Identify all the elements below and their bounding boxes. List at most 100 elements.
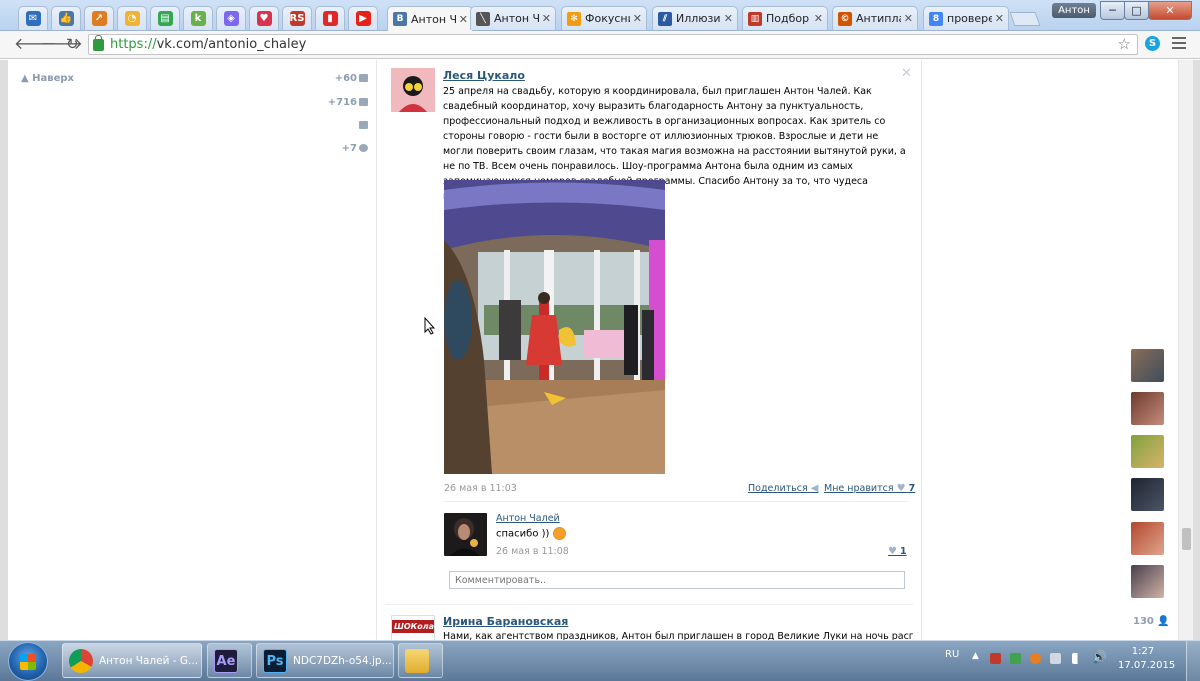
friend-avatar-5[interactable] [1131, 522, 1164, 555]
comments-icon [359, 121, 368, 129]
skype-icon[interactable]: S [1145, 36, 1160, 51]
volume-icon[interactable]: 🔊 [1092, 650, 1107, 664]
laugh-emoji-icon [552, 527, 566, 540]
pinned-tab[interactable]: RS [282, 6, 312, 30]
browser-tab[interactable]: В Антон Ча✕ [387, 6, 473, 31]
pinned-tab[interactable]: ↗ [84, 6, 114, 30]
shield-icon: ◈ [223, 11, 239, 26]
joomla-icon: ✻ [567, 11, 581, 26]
browser-menu-icon[interactable] [1172, 37, 1186, 52]
taskbar-explorer-button[interactable] [398, 643, 443, 678]
language-indicator[interactable]: RU [945, 649, 959, 660]
signal-icon[interactable] [1072, 653, 1083, 664]
close-window-button[interactable]: ✕ [1148, 1, 1192, 20]
pinned-tab[interactable]: ✉ [18, 6, 48, 30]
url-text: https://vk.com/antonio_chaley [110, 37, 307, 52]
tab-title: Фокусни [585, 12, 630, 25]
browser-tab[interactable]: ⫽ Иллюзио✕ [652, 6, 738, 30]
lock-icon [93, 34, 104, 51]
post-author-avatar[interactable] [391, 68, 435, 112]
antivirus-icon[interactable] [1010, 653, 1021, 664]
taskbar-clock[interactable]: 1:27 17.07.2015 [1118, 645, 1176, 673]
copyright-icon: © [838, 11, 852, 26]
pinned-tab[interactable]: ◈ [216, 6, 246, 30]
windows-taskbar: Антон Чалей - G... Ae Ps NDC7DZh-o54.jp.… [0, 640, 1200, 681]
messages-counter[interactable]: +60 [308, 73, 368, 84]
tab-close-icon[interactable]: ✕ [633, 12, 642, 25]
usb-icon[interactable] [1050, 653, 1061, 664]
profile-badge[interactable]: Антон [1052, 3, 1096, 18]
friend-avatar-3[interactable] [1131, 435, 1164, 468]
settings-counter[interactable]: +7 [308, 143, 368, 154]
friends-counter[interactable]: +716 [308, 97, 368, 108]
post-author-name[interactable]: Леся Цукало [443, 69, 525, 82]
comments-counter[interactable] [308, 120, 368, 131]
friend-avatar-6[interactable] [1131, 565, 1164, 598]
tray-expand-icon[interactable]: ▲ [972, 651, 979, 661]
wedding-show-photo [444, 180, 665, 474]
tab-close-icon[interactable]: ✕ [814, 12, 823, 25]
folder-icon [405, 648, 429, 673]
google-icon: 8 [929, 11, 943, 26]
taskbar-chrome-button[interactable]: Антон Чалей - G... [62, 643, 202, 678]
avatar-image [391, 68, 435, 112]
browser-toolbar: 🡐 🡒 ↻ https://vk.com/antonio_chaley ☆ [0, 31, 1200, 59]
reload-icon[interactable]: ↻ [66, 35, 79, 53]
scroll-thumb[interactable] [1182, 528, 1191, 550]
online-friends-count[interactable]: 130 👤 [1133, 616, 1170, 627]
pinned-tab[interactable]: ▶ [348, 6, 378, 30]
youtube-icon: ▶ [355, 11, 371, 26]
comment-author-avatar[interactable] [444, 513, 487, 556]
share-button[interactable]: Поделиться ◀ [748, 483, 818, 494]
pinned-tab[interactable]: ▮ [315, 6, 345, 30]
friend-avatar-4[interactable] [1131, 478, 1164, 511]
post-date[interactable]: 26 мая в 11:03 [444, 483, 517, 494]
minimize-button[interactable]: ─ [1100, 1, 1125, 20]
tab-close-icon[interactable]: ✕ [459, 13, 468, 26]
post-photo[interactable] [444, 180, 665, 474]
pinned-tab[interactable]: 👍 [51, 6, 81, 30]
browser-tab[interactable]: 8 провере ✕ [923, 6, 1009, 30]
like-button[interactable]: Мне нравится ♥ 7 [824, 483, 915, 494]
comment-like-button[interactable]: ♥ 1 [888, 546, 907, 557]
bookmark-star-icon[interactable]: ☆ [1118, 35, 1131, 53]
person-icon: 👤 [1157, 616, 1170, 627]
clock-date: 17.07.2015 [1118, 660, 1176, 671]
browser-tab[interactable]: ╲ Антон Ча✕ [470, 6, 556, 30]
network-warning-icon[interactable] [990, 653, 1001, 664]
comment-input[interactable] [449, 571, 905, 589]
vk-icon: В [393, 12, 407, 26]
tab-close-icon[interactable]: ✕ [542, 12, 551, 25]
page-scrollbar[interactable] [1178, 60, 1193, 640]
tab-close-icon[interactable]: ✕ [995, 12, 1004, 25]
right-gutter [1193, 60, 1200, 640]
heart-icon: ♥ [888, 546, 897, 557]
comment-date[interactable]: 26 мая в 11:08 [496, 546, 569, 557]
pinned-tab[interactable]: ▤ [150, 6, 180, 30]
pinned-tab[interactable]: k [183, 6, 213, 30]
cloud-icon[interactable] [1030, 653, 1041, 664]
comment-avatar-image [444, 513, 487, 556]
browser-tab[interactable]: © Антипла ✕ [832, 6, 918, 30]
friend-avatar-2[interactable] [1131, 392, 1164, 425]
maximize-button[interactable]: □ [1124, 1, 1149, 20]
post2-text: Нами, как агентством праздников, Антон б… [443, 631, 913, 640]
start-button[interactable] [8, 642, 48, 681]
browser-tab[interactable]: ▥ Подбор ✕ [742, 6, 828, 30]
taskbar-after-effects-button[interactable]: Ae [207, 643, 252, 678]
new-tab-button[interactable] [1009, 12, 1041, 26]
show-desktop-button[interactable] [1186, 641, 1200, 681]
tab-close-icon[interactable]: ✕ [904, 12, 913, 25]
comment-author-name[interactable]: Антон Чалей [496, 513, 560, 524]
browser-tab[interactable]: ✻ Фокусни ✕ [561, 6, 647, 30]
pinned-tab[interactable]: ♥ [249, 6, 279, 30]
close-icon[interactable]: ✕ [901, 66, 912, 81]
pinned-tab[interactable]: ◔ [117, 6, 147, 30]
post2-author-name[interactable]: Ирина Барановская [443, 615, 568, 628]
to-top-link[interactable]: ▲ Наверх [21, 73, 74, 84]
address-bar[interactable]: https://vk.com/antonio_chaley ☆ [88, 34, 1138, 55]
post2-author-avatar[interactable]: ШОКолад [391, 615, 435, 640]
taskbar-photoshop-button[interactable]: Ps NDC7DZh-o54.jp... [256, 643, 394, 678]
tab-close-icon[interactable]: ✕ [724, 12, 733, 25]
friend-avatar-1[interactable] [1131, 349, 1164, 382]
